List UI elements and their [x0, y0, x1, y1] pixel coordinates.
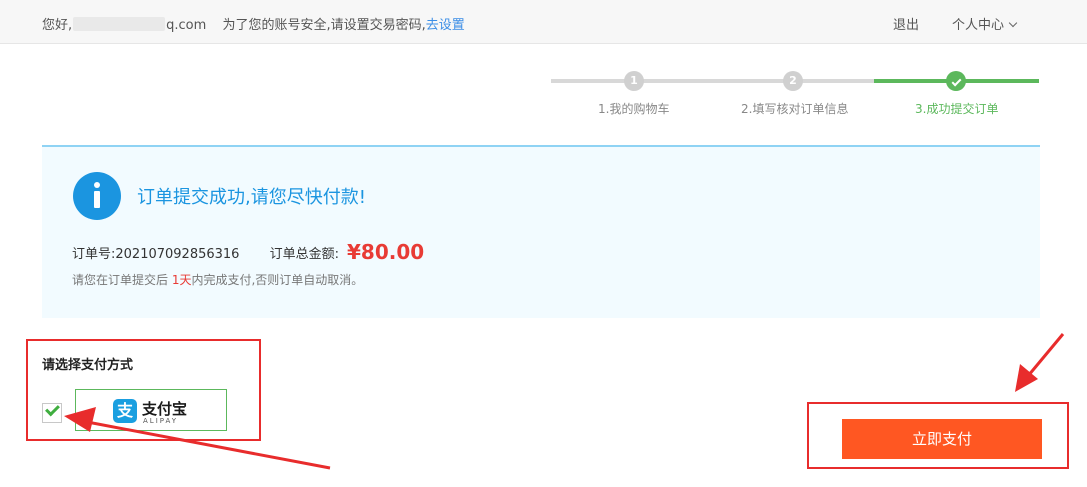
set-password-link[interactable]: 去设置: [426, 18, 465, 33]
total-amount-label: 订单总金额:: [269, 247, 339, 262]
masked-email: [73, 17, 166, 31]
greeting: 您好, q.com 为了您的账号安全,请设置交易密码,去设置: [42, 14, 465, 33]
alipay-option[interactable]: 支 支付宝 ALIPAY: [75, 389, 227, 431]
check-icon: [951, 76, 961, 87]
alipay-checkbox[interactable]: [42, 401, 62, 423]
step-1-circle: 1: [624, 71, 644, 91]
user-center-menu[interactable]: 个人中心: [952, 14, 1018, 33]
alipay-subtitle: ALIPAY: [143, 417, 179, 425]
payment-method-title: 请选择支付方式: [42, 358, 134, 373]
payment-deadline-note: 请您在订单提交后 1天内完成支付,否则订单自动取消。: [72, 271, 363, 288]
info-icon: [73, 172, 121, 220]
alipay-name: 支付宝: [142, 400, 188, 418]
chevron-down-icon: [1008, 18, 1018, 28]
total-amount: ¥80.00: [347, 240, 425, 264]
order-no-label: 订单号:: [72, 247, 116, 262]
order-number: 202107092856316: [115, 247, 240, 262]
step-3-label: 3.成功提交订单: [915, 102, 999, 116]
note-deadline: 1天: [171, 273, 192, 287]
security-notice: 为了您的账号安全,请设置交易密码,: [222, 18, 426, 33]
order-success-panel: 订单提交成功,请您尽快付款! 订单号:202107092856316 订单总金额…: [42, 145, 1040, 318]
note-prefix: 请您在订单提交后: [72, 273, 172, 287]
user-center-label: 个人中心: [952, 18, 1005, 33]
greeting-prefix: 您好,: [42, 18, 73, 33]
top-bar: 您好, q.com 为了您的账号安全,请设置交易密码,去设置 退出 个人中心: [0, 0, 1087, 44]
alipay-logo-icon: 支: [113, 399, 137, 423]
step-2-circle: 2: [783, 71, 803, 91]
email-suffix: q.com: [166, 18, 207, 33]
order-info-row: 订单号:202107092856316 订单总金额: ¥80.00: [72, 240, 424, 264]
step-2-label: 2.填写核对订单信息: [741, 102, 849, 116]
checkmark-icon: [45, 401, 60, 417]
step-1-label: 1.我的购物车: [598, 102, 670, 116]
order-progress-steps: 1 2 1.我的购物车 2.填写核对订单信息 3.成功提交订单: [551, 70, 1039, 120]
success-title: 订单提交成功,请您尽快付款!: [137, 187, 366, 208]
note-suffix: 内完成支付,否则订单自动取消。: [191, 273, 364, 287]
pay-now-button[interactable]: 立即支付: [842, 419, 1042, 459]
step-3-circle: [946, 71, 966, 91]
logout-link[interactable]: 退出: [893, 14, 919, 33]
arrow-to-pay-button: [1015, 333, 1065, 392]
